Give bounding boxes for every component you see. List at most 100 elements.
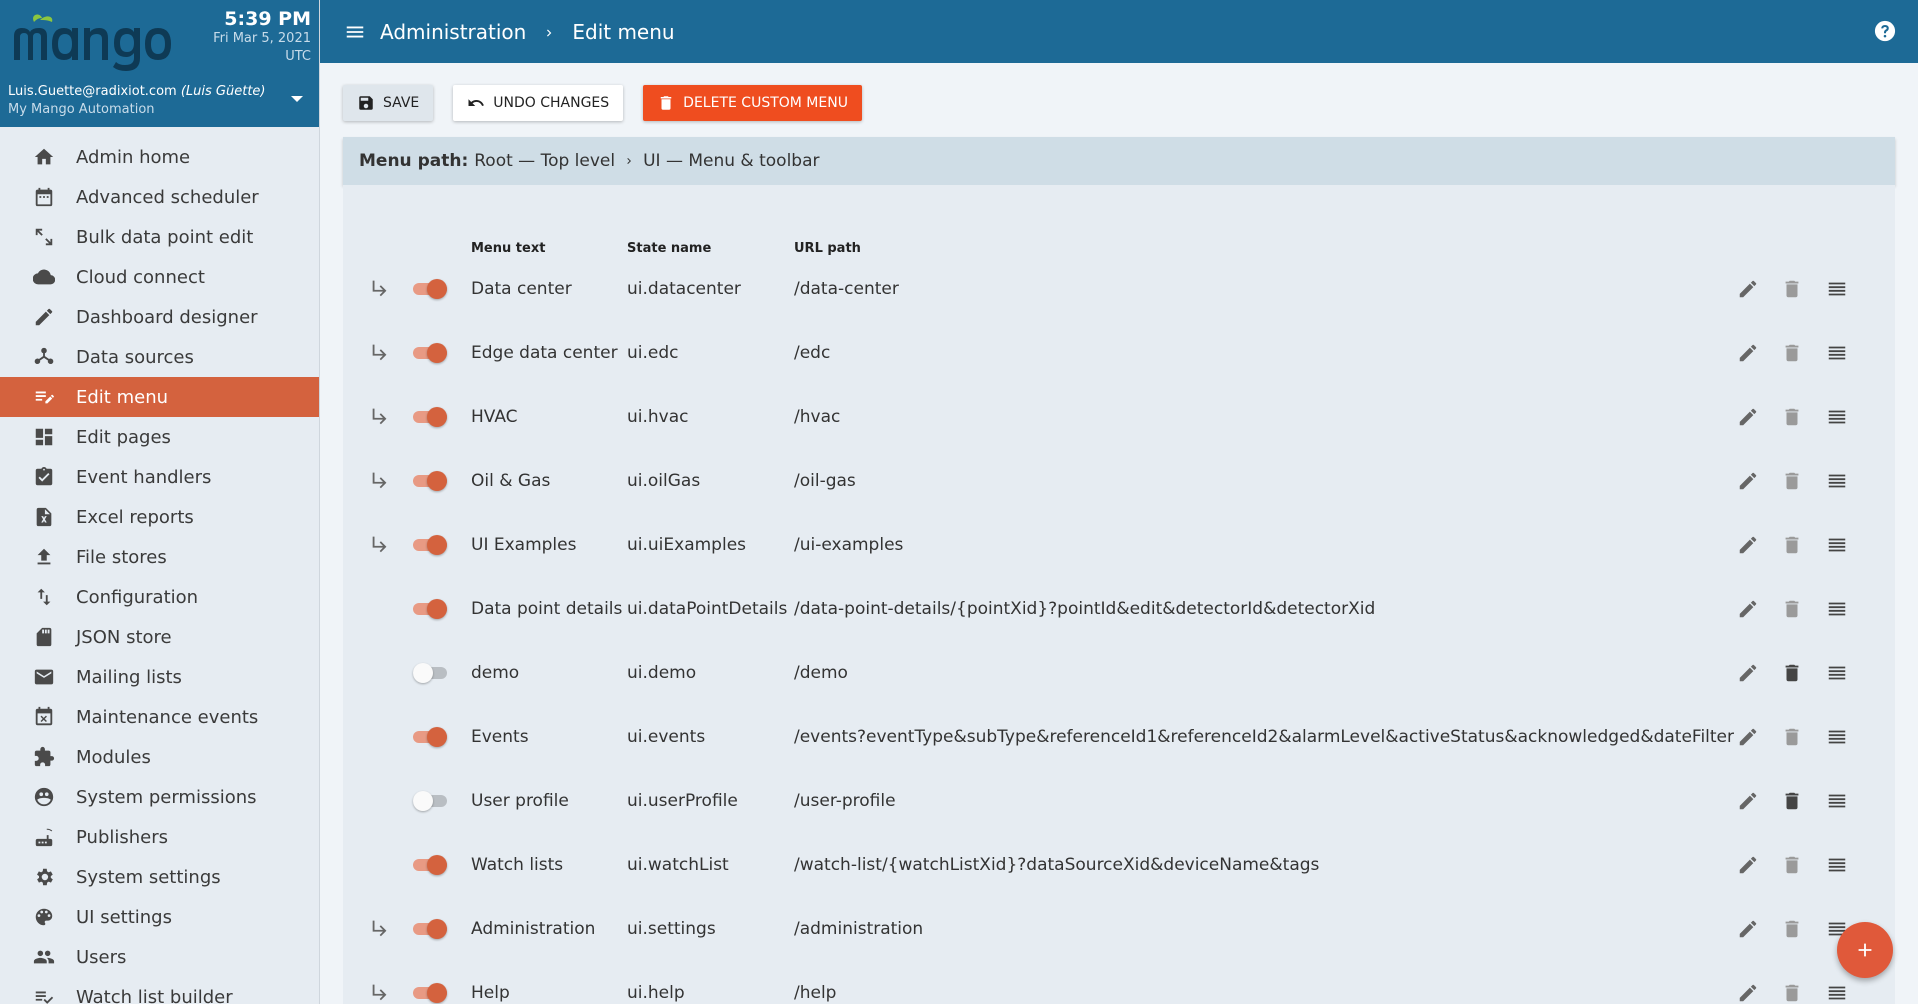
edit-icon[interactable] (1737, 406, 1761, 430)
visibility-toggle[interactable] (413, 983, 447, 1003)
edit-icon[interactable] (1737, 662, 1761, 686)
drag-handle-icon[interactable] (1826, 790, 1850, 814)
delete-icon[interactable] (1781, 278, 1805, 302)
sidebar-item-cloud-connect[interactable]: Cloud connect (0, 257, 319, 297)
sidebar-item-configuration[interactable]: Configuration (0, 577, 319, 617)
sidebar-item-data-sources[interactable]: Data sources (0, 337, 319, 377)
sidebar-item-system-settings[interactable]: System settings (0, 857, 319, 897)
state-name-cell: ui.edc (627, 343, 679, 363)
user-menu-caret-icon[interactable] (291, 96, 303, 102)
sidebar-item-advanced-scheduler[interactable]: Advanced scheduler (0, 177, 319, 217)
visibility-toggle[interactable] (413, 599, 447, 619)
drag-handle-icon[interactable] (1826, 278, 1850, 302)
sidebar-item-label: JSON store (76, 626, 172, 648)
subdirectory-arrow-icon[interactable] (369, 981, 391, 1003)
drag-handle-icon[interactable] (1826, 662, 1850, 686)
undo-changes-button[interactable]: UNDO CHANGES (453, 85, 624, 121)
sidebar-item-ui-settings[interactable]: UI settings (0, 897, 319, 937)
subdirectory-arrow-icon[interactable] (369, 405, 391, 427)
delete-icon[interactable] (1781, 406, 1805, 430)
user-info[interactable]: Luis.Guette@radixiot.com (Luis Güette) (8, 84, 266, 99)
edit-icon[interactable] (1737, 534, 1761, 558)
subdirectory-arrow-icon[interactable] (369, 469, 391, 491)
edit-icon[interactable] (1737, 790, 1761, 814)
menu-path-parent[interactable]: Root — Top level (474, 151, 615, 171)
delete-icon[interactable] (1781, 726, 1805, 750)
sidebar-item-dashboard-designer[interactable]: Dashboard designer (0, 297, 319, 337)
delete-icon[interactable] (1781, 470, 1805, 494)
sidebar-item-label: Publishers (76, 826, 169, 848)
sidebar-item-publishers[interactable]: Publishers (0, 817, 319, 857)
drag-handle-icon[interactable] (1826, 598, 1850, 622)
edit-icon[interactable] (1737, 726, 1761, 750)
edit-icon[interactable] (1737, 278, 1761, 302)
delete-custom-menu-button[interactable]: DELETE CUSTOM MENU (643, 85, 862, 121)
subdirectory-arrow-icon[interactable] (369, 533, 391, 555)
breadcrumb-root[interactable]: Administration (380, 20, 526, 44)
menu-text-cell: Data point details (471, 599, 623, 619)
state-name-cell: ui.datacenter (627, 279, 741, 299)
edit-icon[interactable] (1737, 854, 1761, 878)
delete-icon[interactable] (1781, 662, 1805, 686)
save-button[interactable]: SAVE (343, 85, 434, 121)
edit-list-icon (32, 385, 56, 409)
sidebar-item-system-permissions[interactable]: System permissions (0, 777, 319, 817)
delete-icon[interactable] (1781, 790, 1805, 814)
sidebar-item-modules[interactable]: Modules (0, 737, 319, 777)
delete-icon[interactable] (1781, 982, 1805, 1004)
sidebar-item-file-stores[interactable]: File stores (0, 537, 319, 577)
edit-icon[interactable] (1737, 598, 1761, 622)
sidebar-item-users[interactable]: Users (0, 937, 319, 977)
visibility-toggle[interactable] (413, 279, 447, 299)
drag-handle-icon[interactable] (1826, 534, 1850, 558)
visibility-toggle[interactable] (413, 919, 447, 939)
edit-icon[interactable] (1737, 982, 1761, 1004)
edit-icon[interactable] (1737, 918, 1761, 942)
visibility-toggle[interactable] (413, 407, 447, 427)
help-icon[interactable] (1874, 20, 1896, 42)
delete-icon[interactable] (1781, 534, 1805, 558)
delete-icon[interactable] (1781, 918, 1805, 942)
sidebar-item-watch-list-builder[interactable]: Watch list builder (0, 977, 319, 1004)
visibility-toggle[interactable] (413, 855, 447, 875)
mango-logo[interactable] (12, 12, 172, 72)
visibility-toggle[interactable] (413, 663, 447, 683)
delete-icon[interactable] (1781, 598, 1805, 622)
sidebar-item-label: Maintenance events (76, 706, 259, 728)
column-header-url-path: URL path (794, 241, 861, 256)
add-menu-item-button[interactable] (1837, 922, 1893, 978)
sidebar-item-event-handlers[interactable]: Event handlers (0, 457, 319, 497)
drag-handle-icon[interactable] (1826, 470, 1850, 494)
hamburger-menu-icon[interactable] (344, 21, 366, 43)
edit-icon[interactable] (1737, 470, 1761, 494)
visibility-toggle[interactable] (413, 727, 447, 747)
sidebar-item-admin-home[interactable]: Admin home (0, 137, 319, 177)
drag-handle-icon[interactable] (1826, 726, 1850, 750)
edit-icon[interactable] (1737, 342, 1761, 366)
subdirectory-arrow-icon[interactable] (369, 277, 391, 299)
subdirectory-arrow-icon[interactable] (369, 341, 391, 363)
visibility-toggle[interactable] (413, 791, 447, 811)
url-path-cell: /oil-gas (794, 471, 856, 491)
menu-item-row: Events ui.events/events?eventType&subType… (343, 705, 1895, 769)
drag-handle-icon[interactable] (1826, 854, 1850, 878)
sidebar-item-edit-menu[interactable]: Edit menu (0, 377, 319, 417)
subdirectory-arrow-icon[interactable] (369, 917, 391, 939)
drag-handle-icon[interactable] (1826, 342, 1850, 366)
sidebar-item-label: Configuration (76, 586, 199, 608)
drag-handle-icon[interactable] (1826, 982, 1850, 1004)
sidebar-item-mailing-lists[interactable]: Mailing lists (0, 657, 319, 697)
delete-icon[interactable] (1781, 854, 1805, 878)
sidebar-item-json-store[interactable]: JSON store (0, 617, 319, 657)
drag-handle-icon[interactable] (1826, 406, 1850, 430)
delete-icon[interactable] (1781, 342, 1805, 366)
visibility-toggle[interactable] (413, 535, 447, 555)
visibility-toggle[interactable] (413, 471, 447, 491)
sidebar-item-label: Excel reports (76, 506, 194, 528)
sidebar-item-excel-reports[interactable]: Excel reports (0, 497, 319, 537)
sidebar-item-bulk-data-point-edit[interactable]: Bulk data point edit (0, 217, 319, 257)
visibility-toggle[interactable] (413, 343, 447, 363)
sidebar-item-maintenance-events[interactable]: Maintenance events (0, 697, 319, 737)
url-path-cell: /events?eventType&subType&referenceId1&r… (794, 727, 1735, 747)
sidebar-item-edit-pages[interactable]: Edit pages (0, 417, 319, 457)
